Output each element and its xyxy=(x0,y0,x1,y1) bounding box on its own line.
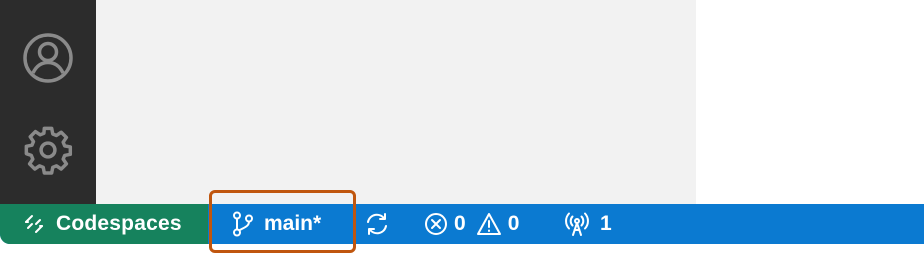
ports-count: 1 xyxy=(600,212,612,235)
remote-indicator[interactable]: Codespaces xyxy=(0,204,208,244)
problems-status-item[interactable]: 0 0 xyxy=(424,204,519,244)
status-bar: Codespaces main* 0 0 1 xyxy=(0,204,924,244)
accounts-icon[interactable] xyxy=(20,30,76,86)
activity-bar xyxy=(0,0,96,204)
remote-label: Codespaces xyxy=(56,212,182,235)
remote-icon xyxy=(22,212,46,236)
sync-button[interactable] xyxy=(364,204,390,244)
right-panel xyxy=(696,0,924,204)
radio-tower-icon xyxy=(564,211,590,237)
warning-icon xyxy=(476,212,502,236)
sync-icon xyxy=(364,211,390,237)
git-branch-icon xyxy=(232,211,254,237)
error-icon xyxy=(424,212,448,236)
editor-area xyxy=(96,0,696,204)
error-count: 0 xyxy=(454,212,466,235)
warning-count: 0 xyxy=(507,212,520,235)
branch-status-item[interactable]: main* xyxy=(232,204,321,244)
ports-status-item[interactable]: 1 xyxy=(564,204,612,244)
gear-icon[interactable] xyxy=(20,122,76,178)
branch-label: main* xyxy=(264,212,322,235)
